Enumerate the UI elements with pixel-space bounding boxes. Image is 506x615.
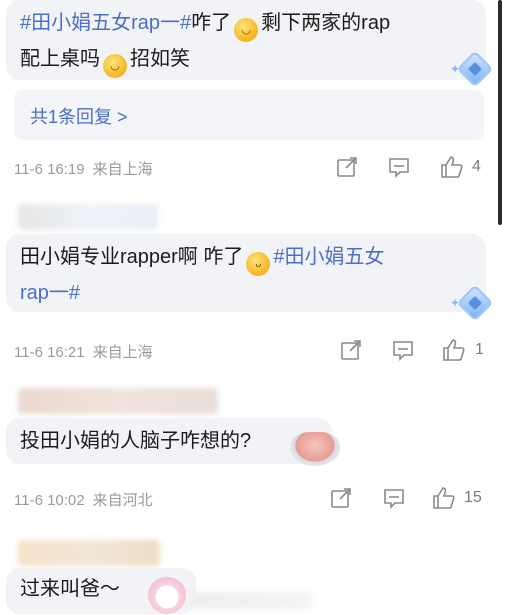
comment-meta-2: 11-6 16:21 来自上海: [14, 341, 153, 362]
hashtag-link[interactable]: #田小娟五女rap一#: [20, 12, 191, 34]
like-count: 1: [475, 341, 484, 358]
bunny-sticker-icon: [148, 576, 186, 614]
comment-text-segment: 过来叫爸～: [20, 578, 120, 600]
share-icon[interactable]: [336, 156, 358, 178]
blurred-text: [192, 592, 312, 610]
comment-location: 来自上海: [92, 161, 153, 178]
comment-icon[interactable]: [383, 487, 405, 509]
comment-bubble-3: 投田小娟的人脑子咋想的?: [6, 418, 332, 464]
reply-summary-box[interactable]: 共1条回复 >: [14, 90, 484, 140]
hashtag-link[interactable]: #田小娟五女: [273, 246, 384, 268]
comment-meta-1: 11-6 16:19 来自上海: [14, 158, 153, 179]
comment-text-segment: 投田小娟的人脑子咋想的?: [20, 430, 252, 452]
comment-text-segment: 咋了: [191, 12, 232, 34]
comment-bubble-2: 田小娟专业rapper啊 咋了 ᴗ #田小娟五女 rap一# ✦: [6, 234, 494, 322]
thumbs-up-icon[interactable]: [442, 338, 466, 362]
comment-location: 来自上海: [92, 344, 153, 361]
comment-text-segment: 田小娟专业rapper啊 咋了: [20, 246, 244, 268]
share-icon[interactable]: [340, 339, 362, 361]
scrollbar[interactable]: [498, 0, 502, 225]
comment-text-1: #田小娟五女rap一#咋了 ◡ 剩下两家的rap 配上桌吗 ◡ 招如笑: [20, 6, 480, 78]
smile-emoji-icon: ◡: [103, 54, 127, 78]
comment-text-4: 过来叫爸～: [20, 572, 160, 606]
share-icon[interactable]: [330, 487, 352, 509]
comment-meta-3: 11-6 10:02 来自河北: [14, 489, 153, 510]
comment-icon[interactable]: [392, 339, 414, 361]
thumbs-up-icon[interactable]: [440, 155, 464, 179]
bowl-sticker-icon: [290, 432, 340, 466]
comment-text-segment: 配上桌吗: [20, 48, 100, 70]
username-redacted: [18, 388, 218, 414]
comment-date: 11-6 16:21: [14, 344, 85, 361]
sparkle-icon: ✦: [450, 296, 461, 310]
sparkle-icon: ✦: [450, 62, 461, 76]
smile-emoji-icon: ◡: [234, 18, 259, 42]
comment-date: 11-6 16:19: [14, 161, 85, 178]
username-redacted: [18, 540, 160, 566]
comment-text-segment: 招如笑: [130, 48, 190, 70]
like-count: 15: [464, 489, 482, 506]
tongue-emoji-icon: ᴗ: [246, 252, 271, 276]
comment-date: 11-6 10:02: [14, 492, 85, 509]
comment-text-segment: 剩下两家的rap: [261, 12, 391, 34]
comment-location: 来自河北: [92, 492, 153, 509]
username-redacted: [18, 204, 158, 230]
like-count: 4: [472, 158, 481, 175]
hashtag-link[interactable]: rap一#: [20, 282, 80, 304]
view-replies-link[interactable]: 共1条回复 >: [30, 103, 128, 129]
thumbs-up-icon[interactable]: [432, 486, 456, 510]
comment-bubble-1: #田小娟五女rap一#咋了 ◡ 剩下两家的rap 配上桌吗 ◡ 招如笑 ✦: [6, 0, 494, 88]
comment-icon[interactable]: [388, 156, 410, 178]
comment-text-3: 投田小娟的人脑子咋想的?: [20, 424, 320, 458]
comment-text-2: 田小娟专业rapper啊 咋了 ᴗ #田小娟五女 rap一#: [20, 240, 480, 310]
